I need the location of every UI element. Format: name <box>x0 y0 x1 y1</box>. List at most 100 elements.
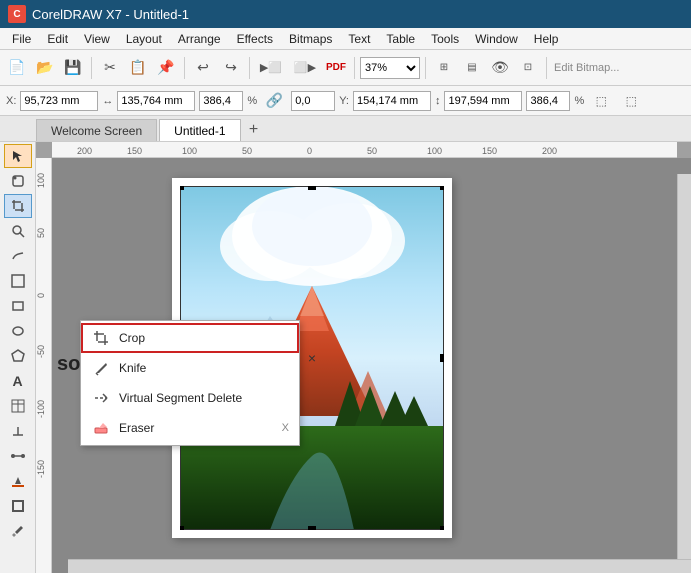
knife-icon <box>91 358 111 378</box>
zoom-tool[interactable] <box>4 219 32 243</box>
edit-bitmap-label: Edit Bitmap... <box>552 62 621 74</box>
canvas-area[interactable]: 200 150 100 50 0 50 100 150 200 100 50 0… <box>36 142 691 573</box>
scrollbar-horizontal[interactable] <box>68 559 691 573</box>
mirror-v-button[interactable]: ⬚ <box>618 88 644 114</box>
zoom-selector[interactable]: 37% 50% 75% 100% <box>360 57 420 79</box>
menu-bar: File Edit View Layout Arrange Effects Bi… <box>0 28 691 50</box>
w-val-input[interactable] <box>199 91 243 111</box>
snap-button[interactable]: ⊞ <box>431 55 457 81</box>
tab-add-button[interactable]: + <box>243 119 265 141</box>
menu-arrange[interactable]: Arrange <box>170 30 229 48</box>
new-button[interactable]: 📄 <box>4 55 30 81</box>
mirror-h-button[interactable]: ⬚ <box>588 88 614 114</box>
lock-ratio-button[interactable]: 🔗 <box>261 88 287 114</box>
eraser-icon <box>91 418 111 438</box>
menu-item-crop[interactable]: Crop <box>81 323 299 353</box>
ruler-top: 200 150 100 50 0 50 100 150 200 <box>52 142 677 158</box>
redo-button[interactable]: ↪ <box>218 55 244 81</box>
eyedropper-tool[interactable] <box>4 519 32 543</box>
canvas-content[interactable]: × sobat-tutorial.com <box>52 158 691 573</box>
freehand-tool[interactable] <box>4 244 32 268</box>
center-mark: × <box>308 350 316 366</box>
handle-bottom-right[interactable] <box>440 526 444 530</box>
width-arrow-label: ↔ <box>102 95 113 107</box>
menu-item-eraser[interactable]: Eraser X <box>81 413 299 443</box>
percent-label1: % <box>247 95 257 107</box>
menu-item-knife[interactable]: Knife <box>81 353 299 383</box>
crop-tool-button[interactable] <box>4 194 32 218</box>
x-input[interactable] <box>20 91 98 111</box>
svg-text:100: 100 <box>427 146 442 156</box>
handle-bottom-middle[interactable] <box>308 526 316 530</box>
vsd-label: Virtual Segment Delete <box>119 391 242 405</box>
menu-item-vsd[interactable]: Virtual Segment Delete <box>81 383 299 413</box>
menu-edit[interactable]: Edit <box>39 30 76 48</box>
text-tool[interactable]: A <box>4 369 32 393</box>
scrollbar-vertical[interactable] <box>677 174 691 559</box>
paste-button[interactable]: 📌 <box>153 55 179 81</box>
svg-text:200: 200 <box>77 146 92 156</box>
left-toolbar: A <box>0 142 36 573</box>
fill-tool[interactable] <box>4 469 32 493</box>
eye-button[interactable]: 👁 <box>487 55 513 81</box>
handle-bottom-left[interactable] <box>180 526 184 530</box>
ellipse-tool[interactable] <box>4 319 32 343</box>
menu-help[interactable]: Help <box>526 30 567 48</box>
shape-tool[interactable] <box>4 169 32 193</box>
y-input[interactable] <box>353 91 431 111</box>
rect-tool[interactable] <box>4 294 32 318</box>
svg-text:50: 50 <box>367 146 377 156</box>
svg-text:-100: -100 <box>36 400 46 418</box>
outline-tool[interactable] <box>4 494 32 518</box>
export-button[interactable]: ⬜▶ <box>289 55 321 81</box>
svg-text:150: 150 <box>127 146 142 156</box>
menu-file[interactable]: File <box>4 30 39 48</box>
sep1 <box>91 57 92 79</box>
vsd-icon <box>91 388 111 408</box>
dimension-tool[interactable] <box>4 419 32 443</box>
h-val-input[interactable] <box>526 91 570 111</box>
handle-middle-right[interactable] <box>440 354 444 362</box>
import-button[interactable]: ▶⬜ <box>255 55 287 81</box>
menu-layout[interactable]: Layout <box>118 30 170 48</box>
svg-text:-150: -150 <box>36 460 46 478</box>
settings-right[interactable]: ⊡ <box>515 55 541 81</box>
svg-text:100: 100 <box>182 146 197 156</box>
svg-text:0: 0 <box>307 146 312 156</box>
table-tool[interactable] <box>4 394 32 418</box>
tab-welcome[interactable]: Welcome Screen <box>36 119 157 141</box>
view-button[interactable]: ▤ <box>459 55 485 81</box>
handle-top-right[interactable] <box>440 186 444 190</box>
menu-tools[interactable]: Tools <box>423 30 467 48</box>
angle-input[interactable] <box>291 91 335 111</box>
menu-view[interactable]: View <box>76 30 118 48</box>
connector-tool[interactable] <box>4 444 32 468</box>
smart-draw-tool[interactable] <box>4 269 32 293</box>
crop-label: Crop <box>119 331 145 345</box>
width-input[interactable] <box>117 91 195 111</box>
pdf-button[interactable]: PDF <box>323 55 349 81</box>
menu-effects[interactable]: Effects <box>229 30 281 48</box>
height-arrow-label: ↕ <box>435 95 441 107</box>
polygon-tool[interactable] <box>4 344 32 368</box>
undo-button[interactable]: ↩ <box>190 55 216 81</box>
select-tool[interactable] <box>4 144 32 168</box>
svg-text:150: 150 <box>482 146 497 156</box>
knife-label: Knife <box>119 361 146 375</box>
height-input[interactable] <box>444 91 522 111</box>
menu-text[interactable]: Text <box>340 30 378 48</box>
handle-top-middle[interactable] <box>308 186 316 190</box>
app-title: CorelDRAW X7 - Untitled-1 <box>32 7 189 22</box>
svg-text:50: 50 <box>242 146 252 156</box>
handle-top-left[interactable] <box>180 186 184 190</box>
title-bar: C CorelDRAW X7 - Untitled-1 <box>0 0 691 28</box>
open-button[interactable]: 📂 <box>32 55 58 81</box>
menu-window[interactable]: Window <box>467 30 526 48</box>
copy-button[interactable]: 📋 <box>125 55 151 81</box>
menu-table[interactable]: Table <box>378 30 423 48</box>
cut-button[interactable]: ✂ <box>97 55 123 81</box>
save-button[interactable]: 💾 <box>60 55 86 81</box>
menu-bitmaps[interactable]: Bitmaps <box>281 30 340 48</box>
svg-text:50: 50 <box>36 228 46 238</box>
tab-untitled1[interactable]: Untitled-1 <box>159 119 240 141</box>
